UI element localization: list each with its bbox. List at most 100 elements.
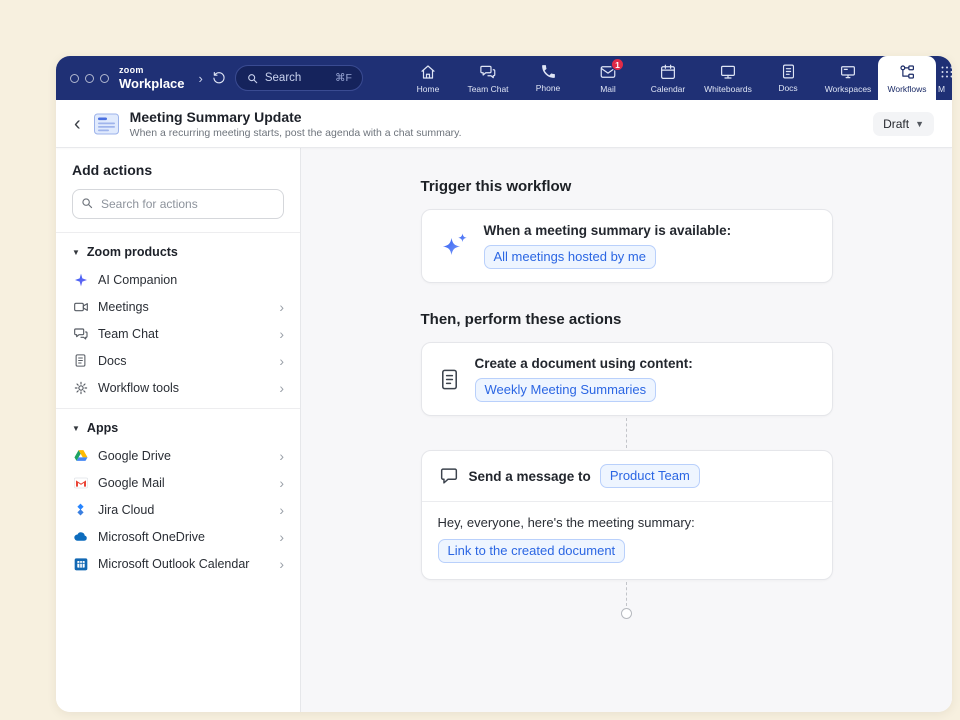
search-icon	[80, 196, 94, 215]
gmail-icon	[72, 474, 89, 491]
create-document-card[interactable]: Create a document using content: Weekly …	[421, 342, 833, 416]
sidebar-item-team-chat[interactable]: Team Chat ›	[56, 320, 300, 347]
search-shortcut: ⌘F	[335, 72, 352, 84]
add-step-node[interactable]	[621, 608, 632, 619]
sidebar-item-microsoft-outlook-calendar[interactable]: Microsoft Outlook Calendar ›	[56, 550, 300, 577]
window-control-dot[interactable]	[85, 74, 94, 83]
history-icon[interactable]	[211, 70, 227, 86]
chevron-right-icon: ›	[279, 327, 284, 341]
sidebar-item-microsoft-onedrive[interactable]: Microsoft OneDrive ›	[56, 523, 300, 550]
nav-items: Home Team Chat Phone 1 Mail Calend	[398, 56, 952, 100]
dashed-connector	[626, 582, 627, 606]
back-icon[interactable]: ‹	[74, 114, 81, 134]
onedrive-icon	[72, 528, 89, 545]
nav-item-more-clipped[interactable]: M	[936, 56, 952, 100]
trigger-text: When a meeting summary is available:	[484, 223, 732, 238]
chevron-right-icon: ›	[279, 300, 284, 314]
create-document-text: Create a document using content:	[475, 356, 693, 371]
trigger-heading: Trigger this workflow	[421, 178, 833, 195]
sidebar-item-workflow-tools[interactable]: Workflow tools ›	[56, 374, 300, 401]
workflow-canvas: Trigger this workflow When a meeting sum…	[301, 148, 952, 712]
sparkle-icon	[438, 230, 470, 262]
trigger-card[interactable]: When a meeting summary is available: All…	[421, 209, 833, 283]
workflow-header: ‹ Meeting Summary Update When a recurrin…	[56, 100, 952, 148]
app-window: zoom Workplace › Search ⌘F Home Team Cha	[56, 56, 952, 712]
document-icon	[438, 368, 461, 391]
nav-item-team-chat[interactable]: Team Chat	[458, 56, 518, 100]
status-badge: Draft	[883, 117, 909, 131]
nav-item-home[interactable]: Home	[398, 56, 458, 100]
docs-icon	[72, 352, 89, 369]
meetings-icon	[72, 298, 89, 315]
chat-bubble-icon	[438, 465, 460, 487]
ai-companion-icon	[72, 271, 89, 288]
jira-icon	[72, 501, 89, 518]
message-link-tag[interactable]: Link to the created document	[438, 539, 626, 563]
zoom-workplace-logo: zoom Workplace	[119, 66, 185, 90]
actions-search-input[interactable]	[72, 189, 284, 219]
google-drive-icon	[72, 447, 89, 464]
phone-icon	[540, 63, 557, 80]
chevron-down-icon: ▼	[915, 119, 924, 129]
home-icon	[419, 63, 437, 81]
search-label: Search	[265, 72, 301, 84]
section-header-zoom-products[interactable]: ▼ Zoom products	[56, 242, 300, 266]
page-background: zoom Workplace › Search ⌘F Home Team Cha	[0, 0, 960, 720]
nav-item-calendar[interactable]: Calendar	[638, 56, 698, 100]
chevron-right-icon: ›	[279, 354, 284, 368]
window-control-dot[interactable]	[100, 74, 109, 83]
sidebar-title: Add actions	[56, 162, 300, 178]
actions-sidebar: Add actions ▼ Zoom products	[56, 148, 301, 712]
chevron-right-icon: ›	[279, 530, 284, 544]
chevron-right-icon: ›	[279, 503, 284, 517]
search-icon	[246, 72, 259, 85]
section-header-apps[interactable]: ▼ Apps	[56, 418, 300, 442]
sidebar-item-ai-companion[interactable]: AI Companion	[56, 266, 300, 293]
window-controls[interactable]	[56, 74, 119, 83]
workflow-thumbnail-icon	[93, 112, 120, 136]
message-recipient-tag[interactable]: Product Team	[600, 464, 700, 488]
logo-brand: zoom	[119, 66, 185, 75]
sidebar-item-google-mail[interactable]: Google Mail ›	[56, 469, 300, 496]
workspaces-icon	[839, 63, 857, 81]
workflows-icon	[898, 63, 916, 81]
nav-item-workflows[interactable]: Workflows	[878, 56, 936, 100]
chevron-right-icon: ›	[279, 476, 284, 490]
more-apps-icon	[938, 63, 952, 81]
message-body-text: Hey, everyone, here's the meeting summar…	[438, 515, 816, 530]
trigger-scope-tag[interactable]: All meetings hosted by me	[484, 245, 656, 269]
status-dropdown[interactable]: Draft ▼	[873, 112, 934, 136]
gear-icon	[72, 379, 89, 396]
actions-heading: Then, perform these actions	[421, 311, 833, 328]
calendar-icon	[659, 63, 677, 81]
nav-expand-chevron-icon[interactable]: ›	[193, 71, 209, 86]
logo-product: Workplace	[119, 77, 185, 90]
section-zoom-products: ▼ Zoom products AI Companion Meetings	[56, 232, 300, 408]
window-control-dot[interactable]	[70, 74, 79, 83]
nav-item-mail[interactable]: 1 Mail	[578, 56, 638, 100]
sidebar-item-jira-cloud[interactable]: Jira Cloud ›	[56, 496, 300, 523]
send-message-card[interactable]: Send a message to Product Team Hey, ever…	[421, 450, 833, 580]
top-nav: zoom Workplace › Search ⌘F Home Team Cha	[56, 56, 952, 100]
docs-icon	[780, 63, 797, 80]
team-chat-icon	[72, 325, 89, 342]
workflow-title: Meeting Summary Update	[130, 109, 462, 125]
workflow-subtitle: When a recurring meeting starts, post th…	[130, 127, 462, 139]
nav-item-docs[interactable]: Docs	[758, 56, 818, 100]
document-content-tag[interactable]: Weekly Meeting Summaries	[475, 378, 657, 402]
sidebar-item-google-drive[interactable]: Google Drive ›	[56, 442, 300, 469]
chevron-right-icon: ›	[279, 557, 284, 571]
chevron-right-icon: ›	[279, 381, 284, 395]
nav-item-workspaces[interactable]: Workspaces	[818, 56, 878, 100]
nav-item-phone[interactable]: Phone	[518, 56, 578, 100]
whiteboards-icon	[719, 63, 737, 81]
global-search[interactable]: Search ⌘F	[235, 65, 363, 91]
sidebar-item-meetings[interactable]: Meetings ›	[56, 293, 300, 320]
triangle-down-icon: ▼	[72, 248, 80, 257]
chevron-right-icon: ›	[279, 449, 284, 463]
send-message-text: Send a message to	[469, 469, 591, 484]
mail-unread-badge: 1	[611, 58, 624, 71]
nav-item-whiteboards[interactable]: Whiteboards	[698, 56, 758, 100]
sidebar-item-docs[interactable]: Docs ›	[56, 347, 300, 374]
section-apps: ▼ Apps Google Drive › Goog	[56, 408, 300, 584]
